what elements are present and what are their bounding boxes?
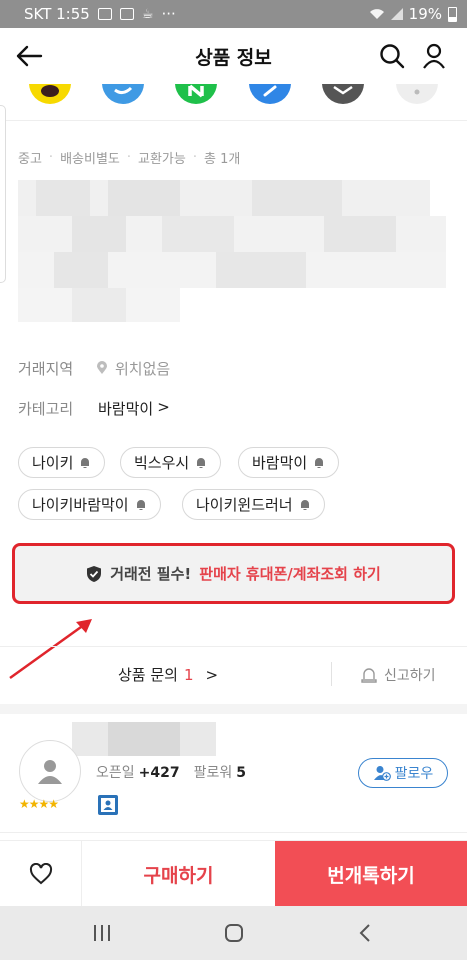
buy-button[interactable]: 구매하기 — [82, 841, 275, 907]
scroll-edge — [0, 105, 6, 283]
avatar[interactable] — [19, 740, 81, 802]
share-row — [0, 84, 467, 106]
kakaotalk-icon[interactable] — [29, 84, 71, 104]
tag-label: 나이키 — [32, 454, 74, 472]
divider — [0, 120, 467, 121]
category-value: 바람막이 — [98, 400, 154, 418]
follow-button[interactable]: 팔로우 — [358, 758, 448, 788]
heart-icon — [29, 863, 52, 885]
back-arrow-icon[interactable] — [14, 42, 44, 70]
gallery-notification-icon — [97, 8, 112, 20]
inquiry-label: 상품 문의 — [118, 666, 178, 684]
open-days-label: 오픈일 — [96, 765, 135, 781]
app-header: 상품 정보 — [0, 28, 467, 84]
twitter-icon[interactable] — [102, 84, 144, 104]
divider — [0, 832, 467, 833]
meta-shipping: 배송비별도 — [60, 152, 120, 167]
add-person-icon — [373, 766, 391, 781]
meta-separator: · — [48, 150, 54, 165]
battery-percent: 19% — [408, 5, 442, 23]
bell-icon — [136, 500, 145, 510]
follow-label: 팔로우 — [394, 766, 434, 782]
mail-icon[interactable] — [322, 84, 364, 104]
shield-check-icon — [87, 565, 102, 582]
siren-icon — [361, 668, 377, 683]
naver-icon[interactable] — [175, 84, 217, 104]
seller-verify-button[interactable]: 거래전 필수! 판매자 휴대폰/계좌조회 하기 — [12, 543, 455, 604]
like-button[interactable] — [0, 841, 82, 907]
verify-action: 판매자 휴대폰/계좌조회 하기 — [199, 565, 381, 583]
divider — [331, 662, 332, 686]
home-icon[interactable] — [220, 920, 248, 946]
recent-apps-icon[interactable] — [88, 920, 116, 946]
followers-value: 5 — [236, 765, 246, 781]
bell-icon — [81, 458, 90, 468]
more-share-icon[interactable] — [396, 84, 438, 104]
report-button[interactable]: 신고하기 — [360, 665, 436, 685]
followers-label: 팔로워 — [193, 765, 233, 781]
open-days-value: +427 — [138, 765, 180, 781]
meta-separator: · — [192, 150, 197, 165]
search-icon[interactable] — [378, 42, 406, 70]
chevron-right-icon: > — [157, 398, 170, 416]
category-link[interactable]: 바람막이 > — [98, 398, 170, 419]
meta-condition: 중고 — [18, 152, 42, 167]
person-icon — [38, 760, 62, 784]
system-nav-bar — [0, 906, 467, 960]
tag-label: 나이키바람막이 — [32, 496, 129, 514]
chat-button[interactable]: 번개톡하기 — [275, 841, 467, 907]
bottom-action-bar: 구매하기 번개톡하기 — [0, 840, 467, 907]
tag-label: 나이키윈드러너 — [196, 496, 293, 514]
bell-icon — [315, 458, 324, 468]
verify-prefix: 거래전 필수! — [110, 565, 192, 583]
seller-name-blurred — [72, 722, 216, 756]
user-icon[interactable] — [420, 42, 448, 70]
system-back-icon[interactable] — [352, 920, 380, 946]
battery-icon — [448, 6, 457, 22]
chevron-right-icon: > — [205, 665, 219, 684]
bell-icon — [300, 500, 309, 510]
annotation-arrow-icon — [9, 619, 92, 680]
seller-stats: 오픈일 +427 팔로워 5 — [96, 762, 256, 782]
link-icon[interactable] — [249, 84, 291, 104]
verified-id-icon — [98, 795, 118, 815]
meta-quantity: 총 1개 — [204, 152, 241, 167]
tag-chip[interactable]: 나이키 — [18, 447, 106, 478]
tag-chip[interactable]: 빅스우시 — [120, 447, 222, 478]
tag-label: 바람막이 — [252, 454, 308, 472]
location-value: 위치없음 — [115, 360, 171, 378]
tag-label: 빅스우시 — [134, 454, 190, 472]
wifi-icon — [369, 9, 384, 19]
talk-notification-icon — [119, 8, 134, 20]
section-gap — [0, 704, 467, 714]
meta-separator: · — [126, 150, 132, 165]
report-label: 신고하기 — [384, 668, 436, 684]
signal-icon — [390, 8, 403, 20]
divider — [0, 646, 467, 647]
tag-chip[interactable]: 바람막이 — [238, 447, 340, 478]
bell-icon — [197, 458, 206, 468]
tag-chip[interactable]: 나이키바람막이 — [18, 489, 161, 520]
inquiry-count: 1 — [183, 665, 194, 684]
location-label: 거래지역 — [18, 360, 74, 378]
status-bar: SKT 1:55 ☕ ··· 19% — [0, 0, 467, 28]
more-notifications: ··· — [161, 5, 176, 23]
tag-chip[interactable]: 나이키윈드러너 — [182, 489, 325, 520]
meta-exchange: 교환가능 — [138, 152, 186, 167]
product-meta: 중고 · 배송비별도 · 교환가능 · 총 1개 — [18, 148, 240, 167]
status-time: SKT 1:55 — [24, 5, 90, 23]
seller-rating-stars: ★★★★ — [19, 797, 59, 811]
location-pin-icon — [97, 361, 107, 374]
product-inquiry-link[interactable]: 상품 문의 1 > — [118, 664, 218, 685]
coffee-notification-icon: ☕ — [141, 6, 154, 22]
category-label: 카테고리 — [18, 400, 74, 418]
blurred-description — [18, 180, 446, 322]
